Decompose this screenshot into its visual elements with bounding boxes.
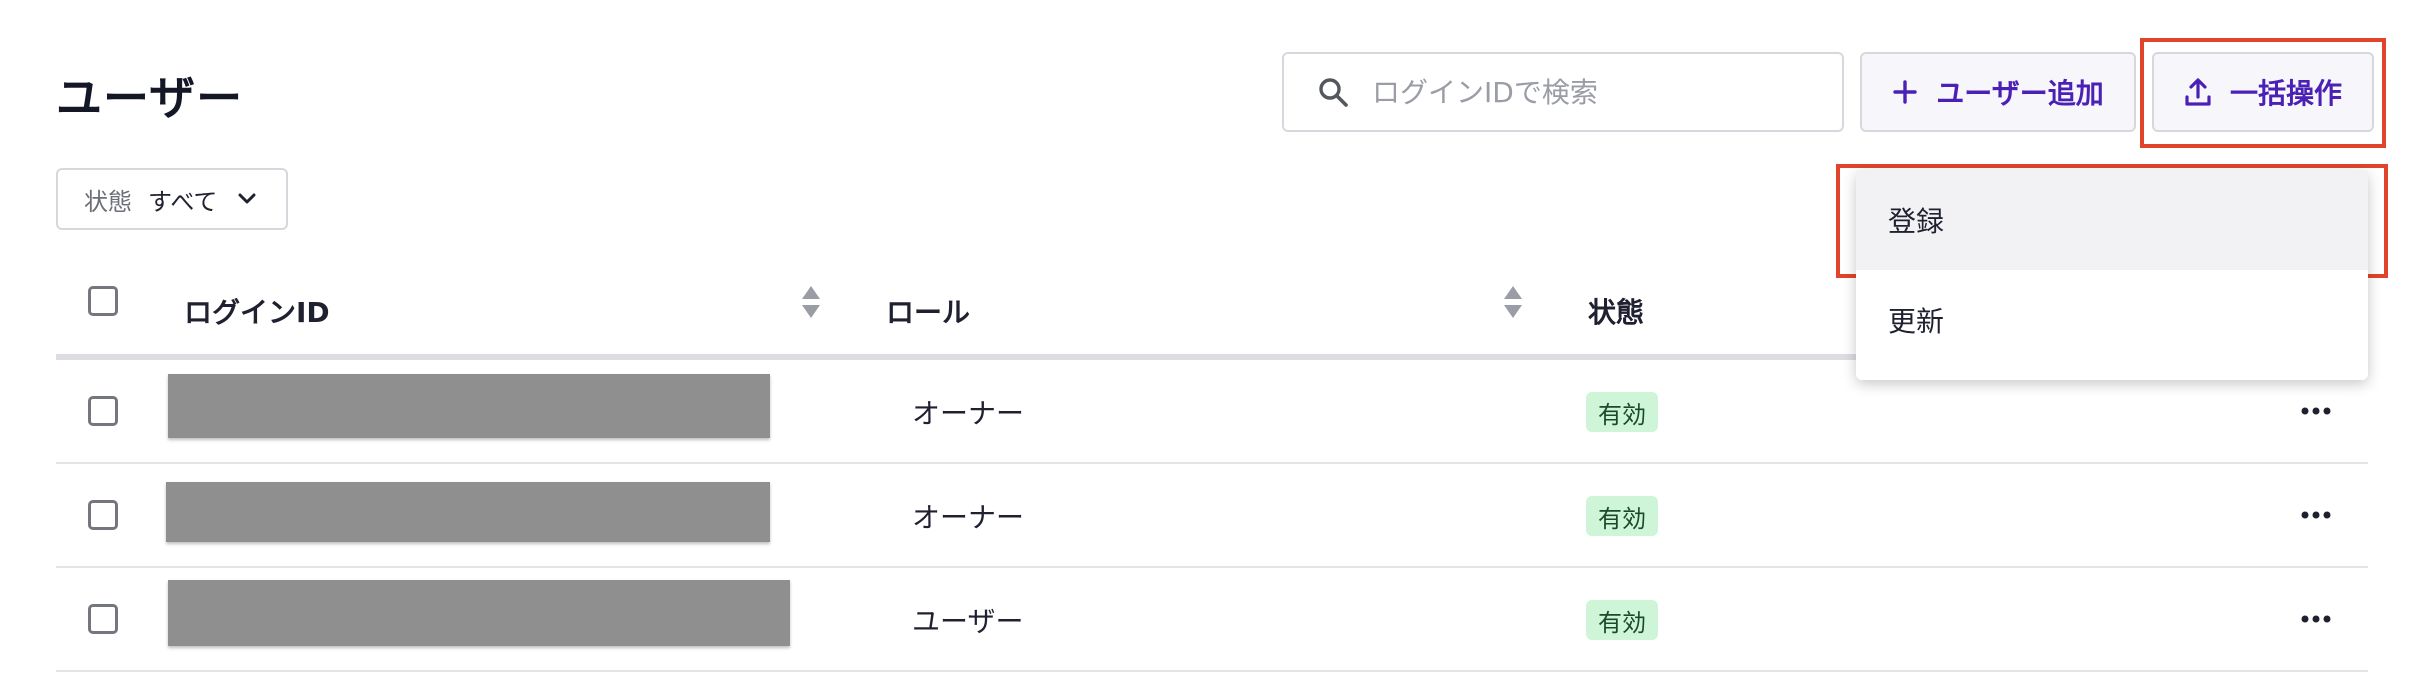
status-filter-label: 状態 <box>84 187 132 216</box>
row-checkbox[interactable] <box>88 604 118 634</box>
row-checkbox[interactable] <box>88 396 118 426</box>
search-icon <box>1316 75 1350 109</box>
sort-icon[interactable] <box>1502 284 1524 320</box>
row-menu-button[interactable] <box>2296 500 2336 530</box>
more-horizontal-icon <box>2301 615 2331 623</box>
plus-icon <box>1892 79 1918 105</box>
users-page: ユーザー ユーザー追加 一括操作 <box>0 0 2416 676</box>
role-cell: オーナー <box>912 397 1025 430</box>
status-filter[interactable]: 状態 すべて <box>56 168 288 230</box>
column-header-status: 状態 <box>1588 296 1645 329</box>
row-checkbox[interactable] <box>88 500 118 530</box>
row-menu-button[interactable] <box>2296 396 2336 426</box>
menu-item-update[interactable]: 更新 <box>1856 270 2368 370</box>
bulk-operation-button[interactable]: 一括操作 <box>2152 52 2374 132</box>
select-all-checkbox[interactable] <box>88 286 118 316</box>
search-box[interactable] <box>1282 52 1844 132</box>
role-cell: オーナー <box>912 501 1025 534</box>
column-header-role[interactable]: ロール <box>886 262 970 360</box>
row-menu-button[interactable] <box>2296 604 2336 634</box>
page-title: ユーザー <box>56 71 244 125</box>
add-user-button[interactable]: ユーザー追加 <box>1860 52 2136 132</box>
status-filter-value: すべて <box>148 187 218 216</box>
search-input[interactable] <box>1372 75 1842 109</box>
redacted-login-id <box>168 374 770 438</box>
chevron-down-icon <box>237 192 257 206</box>
bulk-operation-menu: 登録 更新 <box>1856 170 2368 380</box>
sort-icon[interactable] <box>800 284 822 320</box>
redacted-login-id <box>166 482 770 542</box>
upload-icon <box>2184 77 2212 107</box>
more-horizontal-icon <box>2301 407 2331 415</box>
bulk-operation-label: 一括操作 <box>2229 77 2342 110</box>
table-row: ユーザー 有効 <box>56 568 2368 672</box>
status-badge: 有効 <box>1586 496 1658 536</box>
more-horizontal-icon <box>2301 511 2331 519</box>
add-user-label: ユーザー追加 <box>1936 77 2104 110</box>
menu-item-register[interactable]: 登録 <box>1856 170 2368 270</box>
redacted-login-id <box>168 580 790 646</box>
table-row: オーナー 有効 <box>56 464 2368 568</box>
status-badge: 有効 <box>1586 392 1658 432</box>
role-cell: ユーザー <box>912 605 1024 638</box>
status-badge: 有効 <box>1586 600 1658 640</box>
column-header-login-id[interactable]: ログインID <box>184 262 330 360</box>
